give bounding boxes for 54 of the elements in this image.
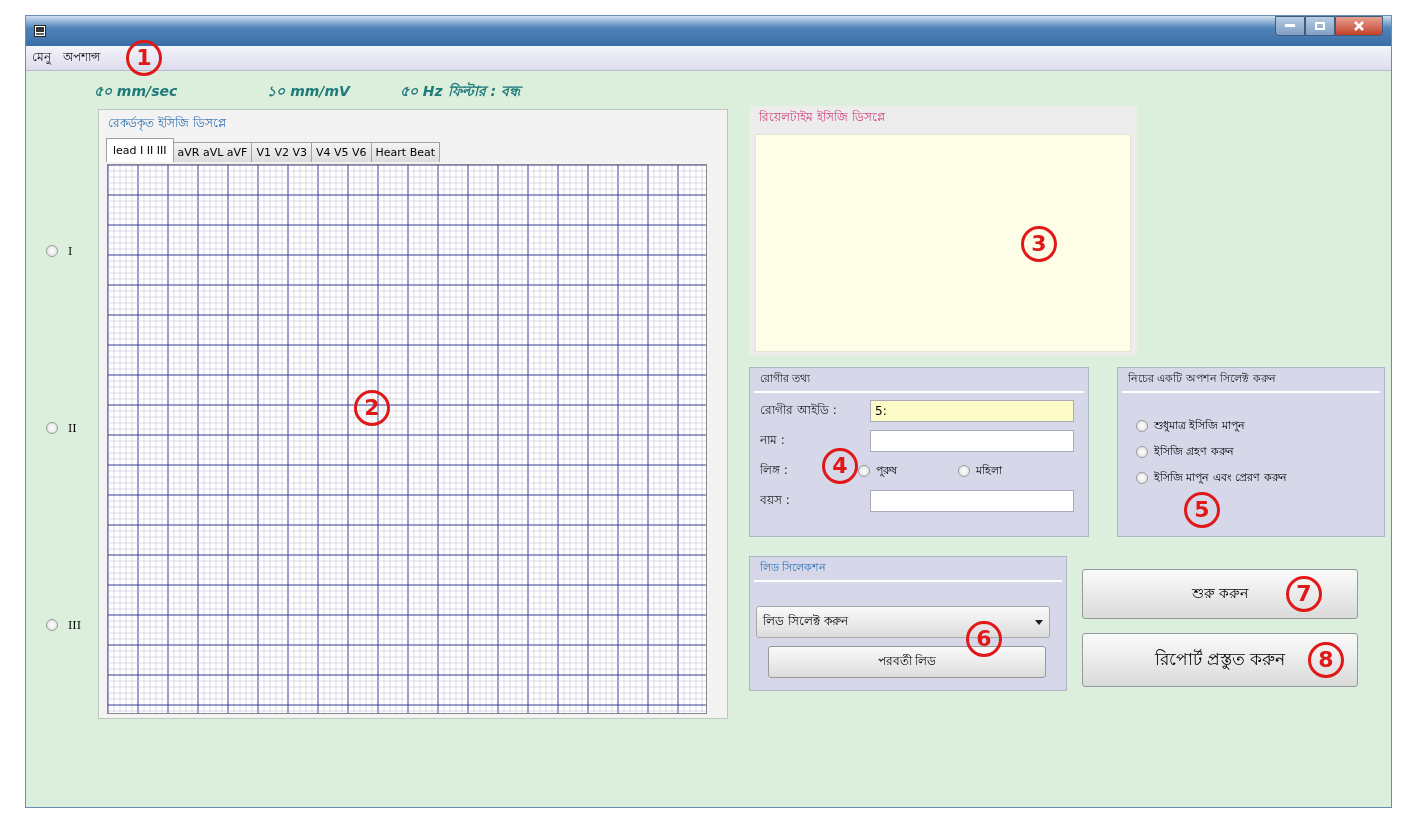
tab[interactable]: V1 V2 V3 (251, 142, 312, 162)
close-icon (1354, 21, 1364, 31)
callout-number: 7 (1286, 576, 1322, 612)
patient-id-field[interactable]: 5: (870, 400, 1074, 422)
setting-text: ১০ mm/mV (267, 82, 350, 101)
callout-number: 1 (126, 40, 162, 76)
field-label: লিঙ্গ : (760, 462, 788, 479)
panel-title: নিচের একটি অপশন সিলেক্ট করুন (1122, 368, 1380, 393)
radio-button[interactable] (957, 465, 970, 477)
field-label: রোগীর আইডি : (760, 402, 838, 419)
radio-button[interactable] (857, 465, 870, 477)
tab[interactable]: V4 V5 V6 (311, 142, 372, 162)
dropdown-caret-icon (1035, 619, 1043, 625)
radio-button[interactable] (46, 422, 58, 434)
panel-title: রেকর্ডকৃত ইসিজি ডিসপ্লে (107, 115, 228, 133)
name-field[interactable] (870, 430, 1074, 452)
panel-title: লিড সিলেকশন (754, 557, 1062, 582)
callout-number: 2 (354, 390, 390, 426)
tab[interactable]: aVR aVL aVF (172, 142, 253, 162)
callout-number: 4 (822, 448, 858, 484)
maximize-button[interactable] (1305, 16, 1335, 36)
radio-button[interactable] (1136, 420, 1148, 432)
minimize-icon (1285, 24, 1295, 28)
radio-label: I (68, 244, 73, 258)
callout-number: 6 (966, 621, 1002, 657)
close-button[interactable] (1335, 16, 1383, 36)
tab[interactable]: Heart Beat (370, 142, 441, 162)
radio-label: মহিলা (975, 462, 1002, 479)
radio-label: ইসিজি মাপুন এবং প্রেরণ করুন (1154, 469, 1287, 486)
minimize-button[interactable] (1275, 16, 1305, 36)
field-label: বয়স : (760, 492, 791, 509)
app-icon (34, 25, 46, 37)
next-lead-button[interactable]: পরবর্তী লিড (768, 646, 1046, 678)
age-field[interactable] (870, 490, 1074, 512)
setting-text: ৫০ mm/sec (94, 82, 178, 101)
radio-label: III (68, 618, 82, 632)
radio-label: II (68, 421, 77, 435)
panel-title: রোগীর তথ্য (754, 368, 1084, 393)
tab[interactable]: lead I II III (106, 138, 174, 162)
radio-button[interactable] (46, 245, 58, 257)
radio-label: ইসিজি গ্রহণ করুন (1154, 443, 1234, 460)
panel-title: রিয়েলটাইম ইসিজি ডিসপ্লে (758, 109, 887, 126)
callout-number: 3 (1021, 226, 1057, 262)
field-label: নাম : (760, 432, 786, 449)
callout-number: 8 (1308, 642, 1344, 678)
maximize-icon (1315, 22, 1325, 30)
radio-label: পুরুষ (875, 462, 897, 479)
radio-button[interactable] (46, 619, 58, 631)
radio-button[interactable] (1136, 472, 1148, 484)
menu-item[interactable]: মেনু (30, 48, 53, 68)
radio-button[interactable] (1136, 446, 1148, 458)
menu-item[interactable]: অপশান্স (61, 48, 102, 68)
radio-label: শুধুমাত্র ইসিজি মাপুন (1154, 417, 1245, 434)
callout-number: 5 (1184, 492, 1220, 528)
